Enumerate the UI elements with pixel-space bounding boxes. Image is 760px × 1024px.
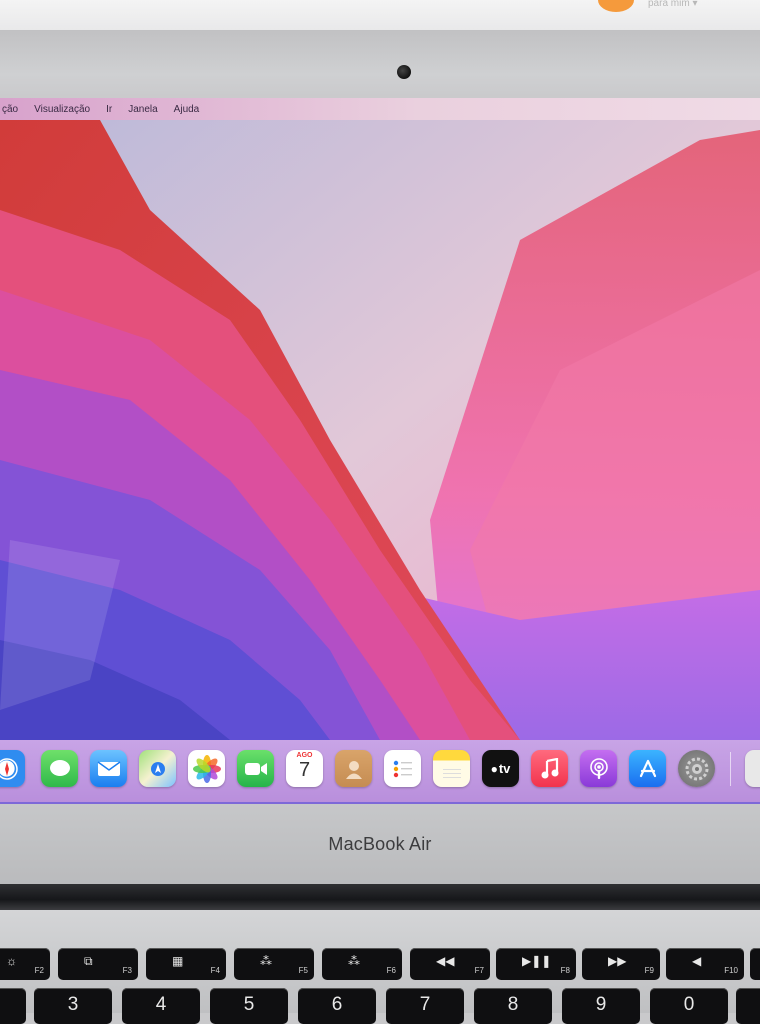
screen-bezel	[0, 30, 760, 104]
launchpad-icon: ▦	[172, 954, 184, 968]
key-f10[interactable]: ◀ F10	[666, 948, 744, 980]
key-3[interactable]: 3	[34, 988, 112, 1024]
key-f2[interactable]: ☼ F2	[0, 948, 50, 980]
keyboard-light-up-icon: ⁂	[348, 954, 360, 968]
key-6[interactable]: 6	[298, 988, 376, 1024]
desktop-wallpaper	[0, 120, 760, 740]
play-pause-icon: ▶❚❚	[522, 954, 552, 968]
orange-avatar	[598, 0, 634, 12]
key-f5[interactable]: ⁂ F5	[234, 948, 314, 980]
podcasts-icon[interactable]	[580, 750, 617, 787]
menu-item-window[interactable]: Janela	[128, 104, 157, 115]
mac-screen: ção Visualização Ir Janela Ajuda AGO 7 ●…	[0, 98, 760, 804]
key-2-partial[interactable]	[0, 988, 26, 1024]
maps-icon[interactable]	[139, 750, 176, 787]
laptop-chin: MacBook Air	[0, 804, 760, 884]
rewind-icon: ◀◀	[436, 954, 455, 968]
key-9[interactable]: 9	[562, 988, 640, 1024]
menu-item-help[interactable]: Ajuda	[174, 104, 200, 115]
menu-item-go[interactable]: Ir	[106, 104, 112, 115]
calendar-icon[interactable]: AGO 7	[286, 750, 323, 787]
background-top-text: para mim ▾	[648, 0, 698, 9]
music-icon[interactable]	[531, 750, 568, 787]
key-f3[interactable]: ⧉ F3	[58, 948, 138, 980]
mission-control-icon: ⧉	[84, 954, 93, 968]
dock-separator	[730, 752, 731, 786]
keyboard: ☼ F2 ⧉ F3 ▦ F4 ⁂ F5 ⁂ F6 ◀◀ F7 ▶❚❚ F8 ▶▶…	[0, 910, 760, 1024]
key-f7[interactable]: ◀◀ F7	[410, 948, 490, 980]
macbook-air-label: MacBook Air	[328, 834, 432, 854]
brightness-up-icon: ☼	[6, 954, 17, 968]
key-f9[interactable]: ▶▶ F9	[582, 948, 660, 980]
keyboard-light-down-icon: ⁂	[260, 954, 272, 968]
menu-item-view[interactable]: Visualização	[34, 104, 90, 115]
mail-icon[interactable]	[90, 750, 127, 787]
camera-icon	[397, 65, 411, 79]
contacts-icon[interactable]	[335, 750, 372, 787]
appletv-apple-icon: ●	[490, 761, 498, 776]
key-f4[interactable]: ▦ F4	[146, 948, 226, 980]
key-f8[interactable]: ▶❚❚ F8	[496, 948, 576, 980]
menu-item-go-partial[interactable]: ção	[2, 104, 18, 115]
partial-dock-icon[interactable]	[745, 750, 760, 787]
key-4[interactable]: 4	[122, 988, 200, 1024]
background-top-strip: para mim ▾	[0, 0, 760, 30]
notes-icon[interactable]	[433, 750, 470, 787]
calendar-day: 7	[298, 759, 311, 781]
key-f6[interactable]: ⁂ F6	[322, 948, 402, 980]
key-minus-partial[interactable]	[736, 988, 760, 1024]
key-8[interactable]: 8	[474, 988, 552, 1024]
dock: AGO 7 ● tv	[0, 740, 760, 802]
appstore-icon[interactable]	[629, 750, 666, 787]
key-7[interactable]: 7	[386, 988, 464, 1024]
appletv-icon[interactable]: ● tv	[482, 750, 519, 787]
mute-icon: ◀	[692, 954, 702, 968]
menu-bar: ção Visualização Ir Janela Ajuda	[0, 98, 760, 120]
key-partial[interactable]	[750, 948, 760, 980]
laptop-hinge	[0, 884, 760, 910]
key-5[interactable]: 5	[210, 988, 288, 1024]
reminders-icon[interactable]	[384, 750, 421, 787]
safari-icon[interactable]	[0, 750, 25, 787]
photos-icon[interactable]	[188, 750, 225, 787]
fast-forward-icon: ▶▶	[608, 954, 627, 968]
messages-icon[interactable]	[41, 750, 78, 787]
appletv-label: tv	[498, 761, 511, 776]
calendar-month: AGO	[296, 752, 313, 759]
facetime-icon[interactable]	[237, 750, 274, 787]
settings-icon[interactable]	[678, 750, 715, 787]
key-0[interactable]: 0	[650, 988, 728, 1024]
